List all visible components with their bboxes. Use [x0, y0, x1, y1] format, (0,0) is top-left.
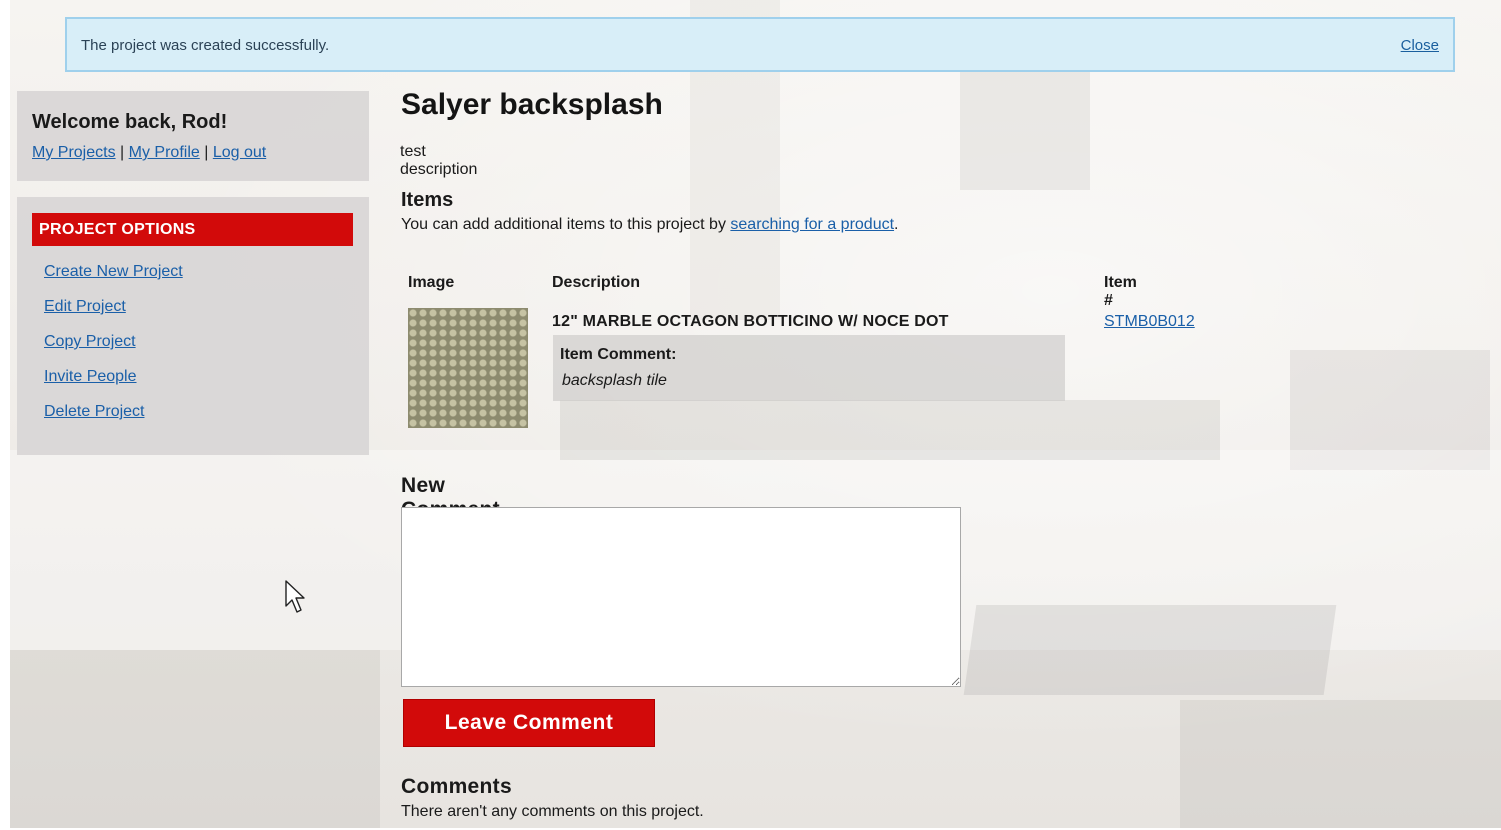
item-comment-label: Item Comment: — [560, 346, 677, 363]
project-options-header: PROJECT OPTIONS — [32, 213, 353, 246]
project-description: test description — [400, 143, 478, 178]
search-product-link[interactable]: searching for a product — [730, 216, 894, 233]
create-new-project-link[interactable]: Create New Project — [44, 263, 183, 280]
column-header-description: Description — [552, 274, 641, 291]
flash-message-banner: The project was created successfully. Cl… — [65, 17, 1455, 72]
items-intro-text: You can add additional items to this pro… — [401, 216, 731, 233]
welcome-heading: Welcome back, Rod! — [32, 111, 228, 133]
link-separator: | — [120, 144, 125, 161]
edit-project-link[interactable]: Edit Project — [44, 298, 126, 315]
items-intro-end: . — [894, 216, 899, 233]
items-heading: Items — [401, 189, 454, 211]
column-header-item-number: Item # — [1104, 274, 1137, 309]
item-comment-box: Item Comment: backsplash tile — [553, 335, 1065, 401]
product-name: 12" MARBLE OCTAGON BOTTICINO W/ NOCE DOT — [552, 313, 949, 330]
item-number-link[interactable]: STMB0B012 — [1104, 313, 1195, 331]
new-comment-textarea[interactable] — [401, 507, 961, 687]
project-options-list: Create New Project Edit Project Copy Pro… — [44, 263, 183, 438]
project-options-panel: PROJECT OPTIONS Create New Project Edit … — [17, 197, 369, 455]
flash-close-link[interactable]: Close — [1401, 37, 1439, 54]
flash-message-text: The project was created successfully. — [81, 37, 330, 54]
log-out-link[interactable]: Log out — [213, 144, 266, 161]
leave-comment-button[interactable]: Leave Comment — [403, 699, 655, 747]
invite-people-link[interactable]: Invite People — [44, 368, 137, 385]
comments-heading: Comments — [401, 775, 512, 798]
item-comment-text: backsplash tile — [562, 372, 667, 389]
column-header-image: Image — [408, 274, 455, 291]
page-title: Salyer backsplash — [401, 88, 663, 121]
no-comments-text: There aren't any comments on this projec… — [401, 803, 704, 820]
delete-project-link[interactable]: Delete Project — [44, 403, 145, 420]
account-links: My Projects | My Profile | Log out — [32, 144, 266, 162]
copy-project-link[interactable]: Copy Project — [44, 333, 136, 350]
product-thumbnail[interactable] — [408, 308, 528, 428]
my-profile-link[interactable]: My Profile — [129, 144, 200, 161]
mouse-pointer-icon — [285, 580, 305, 613]
user-welcome-panel: Welcome back, Rod! My Projects | My Prof… — [17, 91, 369, 181]
items-intro: You can add additional items to this pro… — [401, 216, 899, 234]
my-projects-link[interactable]: My Projects — [32, 144, 116, 161]
link-separator: | — [204, 144, 209, 161]
